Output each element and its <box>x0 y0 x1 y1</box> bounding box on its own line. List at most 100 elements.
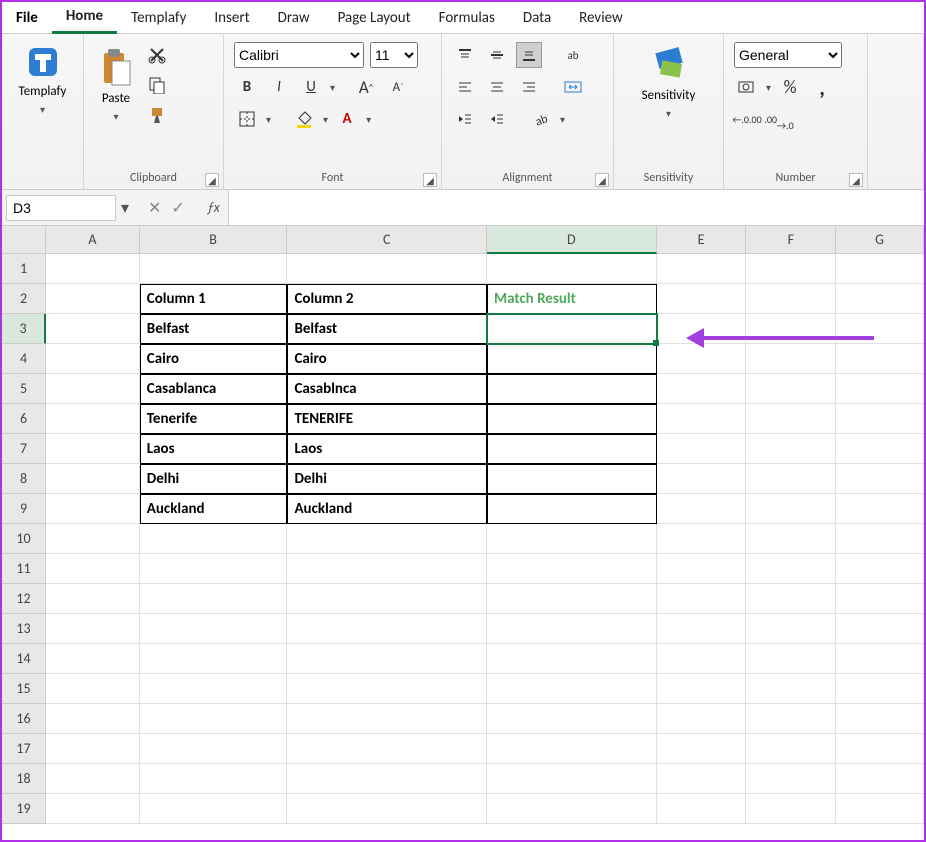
italic-button[interactable]: I <box>266 74 292 100</box>
sensitivity-button[interactable]: Sensitivity ▾ <box>624 42 713 122</box>
cut-button[interactable] <box>144 42 170 68</box>
row-header-4[interactable]: 4 <box>2 344 46 374</box>
name-box[interactable] <box>6 195 116 221</box>
row-header-17[interactable]: 17 <box>2 734 46 764</box>
cell-C2[interactable]: Column 2 <box>287 284 487 314</box>
cell-D4[interactable] <box>487 344 657 374</box>
cell-A12[interactable] <box>46 584 140 614</box>
cell-G8[interactable] <box>836 464 924 494</box>
cell-C1[interactable] <box>287 254 487 284</box>
cell-F17[interactable] <box>746 734 836 764</box>
number-dialog-launcher[interactable]: ◢ <box>849 173 863 187</box>
cell-B18[interactable] <box>140 764 288 794</box>
column-header-C[interactable]: C <box>287 226 487 254</box>
cell-B17[interactable] <box>140 734 288 764</box>
percent-format-button[interactable]: % <box>777 74 803 100</box>
alignment-dialog-launcher[interactable]: ◢ <box>595 173 609 187</box>
cell-E18[interactable] <box>657 764 747 794</box>
tab-page-layout[interactable]: Page Layout <box>324 3 425 33</box>
cell-F2[interactable] <box>746 284 836 314</box>
clipboard-dialog-launcher[interactable]: ◢ <box>205 173 219 187</box>
align-middle-button[interactable] <box>484 42 510 68</box>
cell-A19[interactable] <box>46 794 140 824</box>
row-header-2[interactable]: 2 <box>2 284 46 314</box>
templafy-button[interactable]: Templafy ▾ <box>12 42 73 118</box>
comma-format-button[interactable]: , <box>809 74 835 100</box>
cell-D3[interactable] <box>487 314 657 344</box>
cell-A7[interactable] <box>46 434 140 464</box>
cell-B16[interactable] <box>140 704 288 734</box>
cell-D12[interactable] <box>487 584 657 614</box>
row-header-14[interactable]: 14 <box>2 644 46 674</box>
cell-G18[interactable] <box>836 764 924 794</box>
align-bottom-button[interactable] <box>516 42 542 68</box>
increase-decimal-button[interactable]: ←.0.00 <box>734 106 760 132</box>
cell-B14[interactable] <box>140 644 288 674</box>
fx-icon[interactable]: ƒx <box>199 199 228 216</box>
cell-A5[interactable] <box>46 374 140 404</box>
cell-D14[interactable] <box>487 644 657 674</box>
cell-F10[interactable] <box>746 524 836 554</box>
cell-G9[interactable] <box>836 494 924 524</box>
cell-C5[interactable]: Casablnca <box>287 374 487 404</box>
cell-C8[interactable]: Delhi <box>287 464 487 494</box>
cell-C3[interactable]: Belfast <box>287 314 487 344</box>
bold-button[interactable]: B <box>234 74 260 100</box>
cell-E17[interactable] <box>657 734 747 764</box>
cell-C18[interactable] <box>287 764 487 794</box>
cell-F11[interactable] <box>746 554 836 584</box>
cell-C12[interactable] <box>287 584 487 614</box>
row-header-9[interactable]: 9 <box>2 494 46 524</box>
cancel-formula-button[interactable]: ✕ <box>148 198 161 218</box>
cell-C17[interactable] <box>287 734 487 764</box>
cell-D7[interactable] <box>487 434 657 464</box>
underline-button[interactable]: U <box>298 74 324 100</box>
cell-B9[interactable]: Auckland <box>140 494 288 524</box>
cell-E8[interactable] <box>657 464 747 494</box>
cell-E5[interactable] <box>657 374 747 404</box>
row-header-3[interactable]: 3 <box>2 314 46 344</box>
align-left-button[interactable] <box>452 74 478 100</box>
tab-file[interactable]: File <box>2 3 52 33</box>
row-header-11[interactable]: 11 <box>2 554 46 584</box>
column-header-B[interactable]: B <box>140 226 288 254</box>
formula-bar[interactable] <box>228 190 924 225</box>
increase-indent-button[interactable] <box>484 106 510 132</box>
cell-E9[interactable] <box>657 494 747 524</box>
cell-C14[interactable] <box>287 644 487 674</box>
cell-A1[interactable] <box>46 254 140 284</box>
cell-C16[interactable] <box>287 704 487 734</box>
cell-B8[interactable]: Delhi <box>140 464 288 494</box>
cell-B3[interactable]: Belfast <box>140 314 288 344</box>
cell-B2[interactable]: Column 1 <box>140 284 288 314</box>
cell-A16[interactable] <box>46 704 140 734</box>
column-header-G[interactable]: G <box>836 226 924 254</box>
cell-E10[interactable] <box>657 524 747 554</box>
cell-C10[interactable] <box>287 524 487 554</box>
font-size-select[interactable]: 11 <box>370 42 418 68</box>
cell-D13[interactable] <box>487 614 657 644</box>
row-header-8[interactable]: 8 <box>2 464 46 494</box>
row-header-7[interactable]: 7 <box>2 434 46 464</box>
cell-D17[interactable] <box>487 734 657 764</box>
decrease-indent-button[interactable] <box>452 106 478 132</box>
row-header-18[interactable]: 18 <box>2 764 46 794</box>
copy-button[interactable] <box>144 72 170 98</box>
cell-F4[interactable] <box>746 344 836 374</box>
cell-G7[interactable] <box>836 434 924 464</box>
enter-formula-button[interactable]: ✓ <box>171 198 184 218</box>
cell-C13[interactable] <box>287 614 487 644</box>
cell-E12[interactable] <box>657 584 747 614</box>
cell-A11[interactable] <box>46 554 140 584</box>
cell-B15[interactable] <box>140 674 288 704</box>
decrease-font-button[interactable]: Aˇ <box>385 74 411 100</box>
cell-C6[interactable]: TENERIFE <box>287 404 487 434</box>
format-painter-button[interactable] <box>144 102 170 128</box>
cell-D8[interactable] <box>487 464 657 494</box>
align-top-button[interactable] <box>452 42 478 68</box>
cell-F19[interactable] <box>746 794 836 824</box>
cell-A6[interactable] <box>46 404 140 434</box>
orientation-button[interactable]: ab <box>528 106 554 132</box>
cell-F13[interactable] <box>746 614 836 644</box>
cell-B7[interactable]: Laos <box>140 434 288 464</box>
